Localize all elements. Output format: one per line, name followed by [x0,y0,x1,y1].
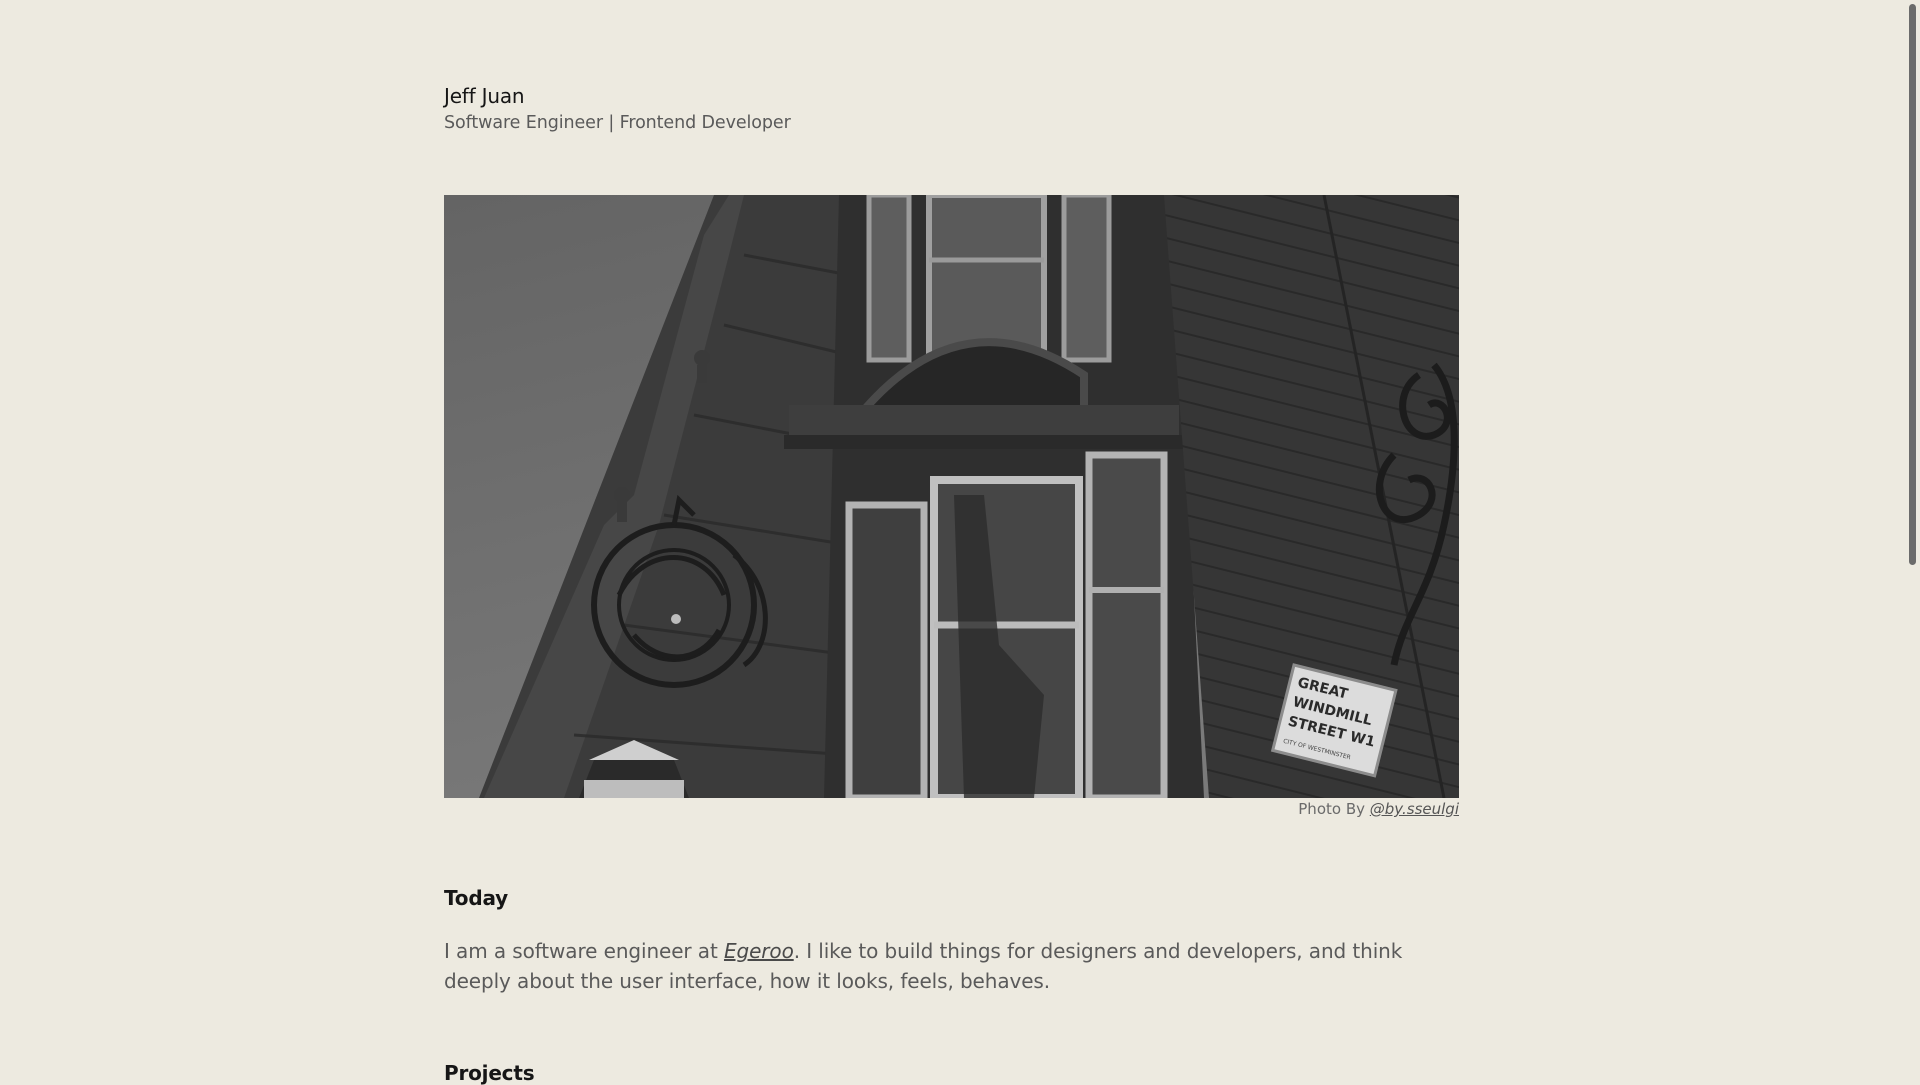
scrollbar-thumb[interactable] [1909,4,1916,565]
intro-paragraph: I am a software engineer at Egeroo. I li… [444,936,1459,996]
site-name: Jeff Juan [444,84,525,108]
hero-photo-graphic: GREAT WINDMILL STREET W1 CITY OF WESTMIN… [444,195,1459,798]
photo-credit: Photo By @by.sseulgi [1298,800,1459,818]
today-heading: Today [444,886,508,910]
photo-credit-prefix: Photo By [1298,800,1370,818]
company-link[interactable]: Egeroo [724,939,794,963]
page-scrollbar[interactable] [1906,0,1920,1080]
hero-photo: GREAT WINDMILL STREET W1 CITY OF WESTMIN… [444,195,1459,798]
intro-text-before: I am a software engineer at [444,939,724,963]
photo-credit-link[interactable]: @by.sseulgi [1370,800,1459,818]
site-role: Software Engineer | Frontend Developer [444,113,791,133]
projects-heading: Projects [444,1061,535,1085]
